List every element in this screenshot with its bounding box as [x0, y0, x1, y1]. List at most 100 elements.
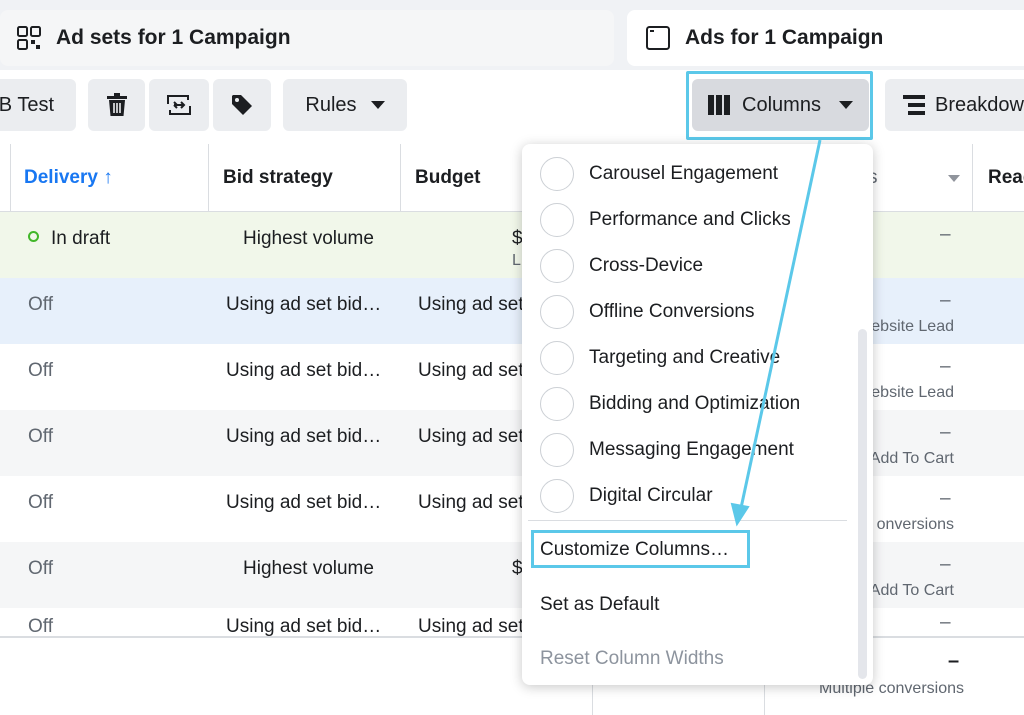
tab-ad-sets[interactable]: Ad sets for 1 Campaign: [0, 10, 614, 66]
result-cell: –: [940, 224, 951, 245]
result-cell: –: [940, 554, 951, 575]
budget-cell: Using ad set: [418, 426, 524, 447]
column-sort-caret-icon[interactable]: [948, 175, 960, 182]
column-preset-cross-device[interactable]: Cross-Device: [540, 248, 703, 284]
rules-label: Rules: [305, 93, 357, 116]
columns-dropdown-menu: Carousel Engagement Performance and Clic…: [522, 144, 873, 685]
bid-strategy-cell: Using ad set bid…: [226, 492, 382, 513]
result-sub: Add To Cart: [869, 450, 954, 467]
preset-label: Digital Circular: [589, 485, 713, 506]
radio-button[interactable]: [540, 249, 574, 283]
duplicate-button[interactable]: [149, 79, 209, 131]
reset-column-widths-item: Reset Column Widths: [540, 648, 724, 669]
ab-test-button[interactable]: B Test: [0, 79, 76, 131]
column-header-reach[interactable]: Read: [988, 144, 1024, 212]
delivery-status: In draft: [51, 228, 111, 249]
bid-strategy-cell: Using ad set bid…: [226, 294, 382, 315]
delivery-status: Off: [28, 360, 53, 381]
bid-strategy-cell: Using ad set bid…: [226, 426, 382, 447]
delivery-status: Off: [28, 294, 53, 315]
result-cell: –: [940, 612, 951, 633]
breakdown-icon: [903, 95, 925, 115]
result-sub: onversions: [876, 516, 954, 533]
radio-button[interactable]: [540, 341, 574, 375]
preset-label: Cross-Device: [589, 255, 704, 276]
preset-label: Carousel Engagement: [589, 163, 779, 184]
tab-bar: Ad sets for 1 Campaign Ads for 1 Campaig…: [0, 0, 1024, 70]
tag-icon: [232, 95, 252, 115]
dropdown-scrollbar[interactable]: [858, 329, 867, 679]
radio-button[interactable]: [540, 157, 574, 191]
toolbar: B Test Rules Columns Breakdow: [0, 70, 1024, 144]
bid-strategy-cell: Highest volume: [243, 558, 374, 579]
radio-button[interactable]: [540, 387, 574, 421]
delivery-cell: In draft: [28, 228, 110, 250]
preset-label: Bidding and Optimization: [589, 393, 801, 414]
tab-ads[interactable]: Ads for 1 Campaign: [627, 10, 1024, 66]
chevron-down-icon: [370, 101, 385, 109]
bid-strategy-cell: Using ad set bid…: [226, 616, 382, 636]
budget-sub: L: [512, 252, 521, 269]
radio-button[interactable]: [540, 295, 574, 329]
column-divider: [208, 144, 209, 212]
breakdown-label: Breakdow: [935, 93, 1024, 116]
tab-ads-title: Ads for 1 Campaign: [685, 26, 884, 49]
set-as-default-item[interactable]: Set as Default: [540, 594, 659, 616]
tag-button[interactable]: [213, 79, 271, 131]
columns-icon: [708, 95, 731, 115]
column-header-budget[interactable]: Budget: [415, 144, 480, 212]
result-sub: ebsite Lead: [871, 318, 954, 335]
column-preset-carousel-engagement[interactable]: Carousel Engagement: [540, 156, 778, 192]
radio-button[interactable]: [540, 479, 574, 513]
breakdown-button[interactable]: Breakdow: [885, 79, 1024, 131]
chevron-down-icon: [838, 101, 853, 109]
delivery-status: Off: [28, 558, 53, 579]
delete-button[interactable]: [88, 79, 145, 131]
menu-divider: [528, 520, 847, 521]
rules-button[interactable]: Rules: [283, 79, 407, 131]
result-cell: –: [940, 290, 951, 311]
delivery-status: Off: [28, 426, 53, 447]
result-sub: ebsite Lead: [871, 384, 954, 401]
preset-label: Messaging Engagement: [589, 439, 794, 460]
column-preset-bidding-and-optimization[interactable]: Bidding and Optimization: [540, 386, 800, 422]
tab-ad-sets-title: Ad sets for 1 Campaign: [56, 26, 291, 49]
budget-cell: Using ad set: [418, 616, 524, 636]
column-preset-offline-conversions[interactable]: Offline Conversions: [540, 294, 754, 330]
preset-label: Targeting and Creative: [589, 347, 781, 368]
delivery-status: Off: [28, 616, 53, 636]
footer-result: –: [948, 650, 960, 672]
preset-label: Performance and Clicks: [589, 209, 791, 230]
budget-cell: $: [512, 558, 523, 579]
column-preset-messaging-engagement[interactable]: Messaging Engagement: [540, 432, 794, 468]
radio-button[interactable]: [540, 433, 574, 467]
radio-button[interactable]: [540, 203, 574, 237]
ad-icon: [646, 26, 670, 50]
grid-icon: [17, 26, 41, 50]
result-sub: Add To Cart: [869, 582, 954, 599]
columns-label: Columns: [742, 93, 821, 116]
column-preset-digital-circular[interactable]: Digital Circular: [540, 478, 713, 514]
duplicate-swap-icon: [167, 95, 191, 115]
column-header-delivery[interactable]: Delivery ↑: [24, 144, 113, 212]
column-header-bid-strategy[interactable]: Bid strategy: [223, 144, 333, 212]
result-cell: –: [940, 488, 951, 509]
budget-cell: Using ad set: [418, 294, 524, 315]
bid-strategy-cell: Highest volume: [243, 228, 374, 249]
trash-icon: [106, 93, 127, 116]
budget-cell: $: [512, 228, 523, 249]
status-dot-icon: [28, 231, 39, 243]
column-preset-performance-and-clicks[interactable]: Performance and Clicks: [540, 202, 791, 238]
column-divider: [400, 144, 401, 212]
budget-cell: Using ad set: [418, 492, 524, 513]
bid-strategy-cell: Using ad set bid…: [226, 360, 382, 381]
ab-test-label: B Test: [0, 93, 54, 116]
columns-button[interactable]: Columns: [692, 79, 869, 131]
result-cell: –: [940, 356, 951, 377]
preset-label: Offline Conversions: [589, 301, 755, 322]
customize-columns-item[interactable]: Customize Columns…: [540, 539, 729, 561]
column-preset-targeting-and-creative[interactable]: Targeting and Creative: [540, 340, 780, 376]
result-cell: –: [940, 422, 951, 443]
budget-cell: Using ad set: [418, 360, 524, 381]
delivery-status: Off: [28, 492, 53, 513]
